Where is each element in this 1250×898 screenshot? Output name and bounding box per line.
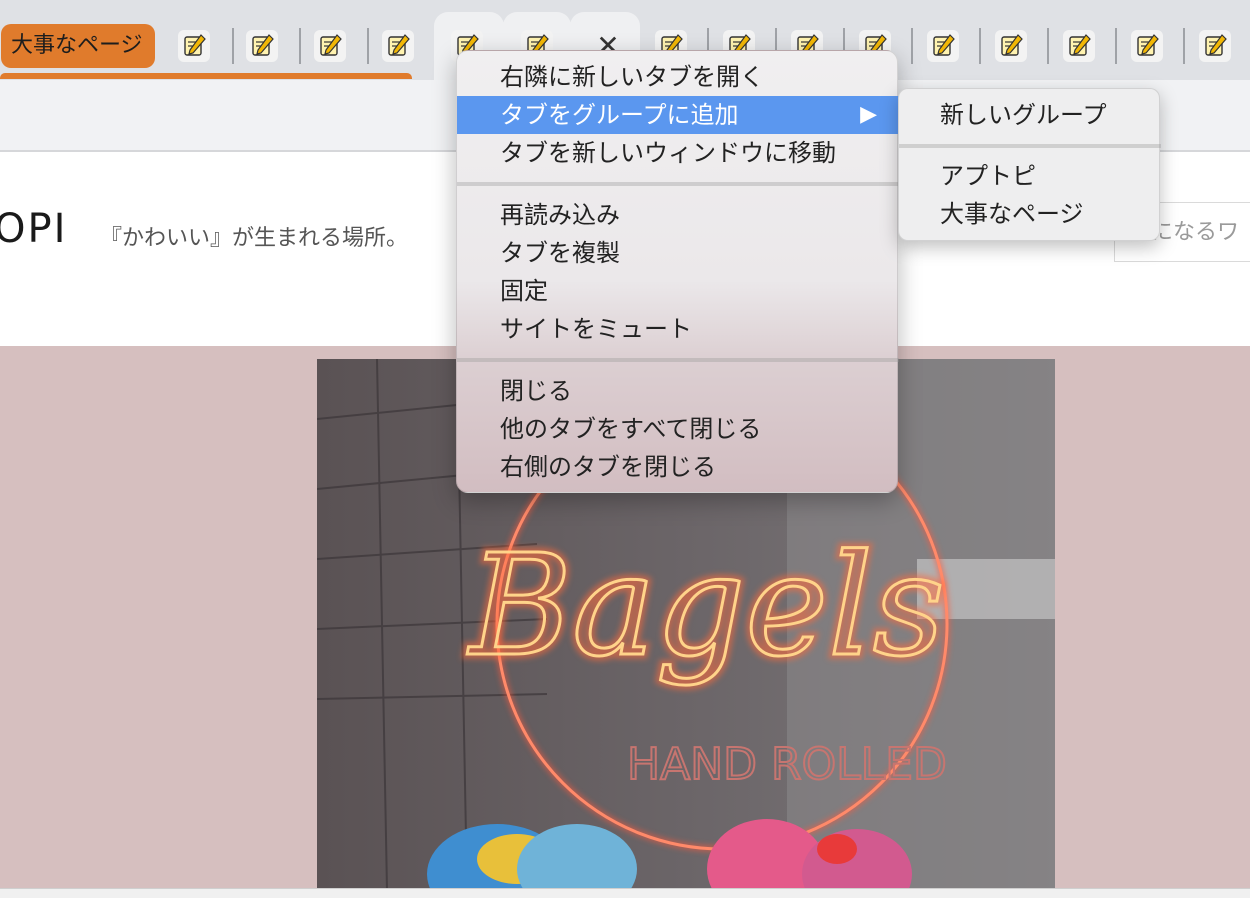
tab-separator (1047, 28, 1049, 64)
browser-tab[interactable] (381, 24, 415, 68)
menu-item-add-to-group[interactable]: タブをグループに追加 ▶ (457, 96, 899, 134)
menu-item-reload[interactable]: 再読み込み (457, 196, 899, 234)
tab-separator (299, 28, 301, 64)
browser-tab[interactable] (313, 24, 347, 68)
menu-item-new-tab-right[interactable]: 右隣に新しいタブを開く (457, 58, 899, 96)
submenu-item-group-aptopi[interactable]: アプトピ (899, 157, 1161, 195)
pencil-notepad-icon (1199, 30, 1231, 62)
pencil-notepad-icon (382, 30, 414, 62)
neon-sign-subtext: HAND ROLLED (627, 739, 947, 790)
browser-tab[interactable] (1198, 24, 1232, 68)
pencil-notepad-icon (927, 30, 959, 62)
pencil-notepad-icon (995, 30, 1027, 62)
tab-separator (1115, 28, 1117, 64)
browser-tab[interactable] (926, 24, 960, 68)
submenu-item-new-group[interactable]: 新しいグループ (899, 96, 1161, 134)
browser-tab[interactable] (177, 24, 211, 68)
tab-context-menu: 右隣に新しいタブを開く タブをグループに追加 ▶ タブを新しいウィンドウに移動 … (456, 50, 899, 493)
pencil-notepad-icon (178, 30, 210, 62)
tab-separator (1183, 28, 1185, 64)
menu-item-mute-site[interactable]: サイトをミュート (457, 310, 899, 348)
menu-item-close[interactable]: 閉じる (457, 372, 899, 410)
menu-item-move-to-new-window[interactable]: タブを新しいウィンドウに移動 (457, 134, 899, 172)
add-to-group-submenu: 新しいグループ アプトピ 大事なページ (898, 88, 1161, 241)
browser-tab[interactable] (245, 24, 279, 68)
tab-separator (367, 28, 369, 64)
menu-item-pin[interactable]: 固定 (457, 272, 899, 310)
menu-separator (457, 182, 899, 186)
menu-item-close-right[interactable]: 右側のタブを閉じる (457, 448, 899, 486)
menu-item-duplicate[interactable]: タブを複製 (457, 234, 899, 272)
menu-item-close-others[interactable]: 他のタブをすべて閉じる (457, 410, 899, 448)
site-tagline: 『かわいい』が生まれる場所。 (100, 226, 409, 251)
browser-tab[interactable] (1130, 24, 1164, 68)
pencil-notepad-icon (1131, 30, 1163, 62)
neon-sign-text: Bagels (466, 525, 944, 688)
tab-group-underline (0, 73, 412, 79)
browser-tab[interactable] (994, 24, 1028, 68)
tab-separator (979, 28, 981, 64)
submenu-arrow-icon: ▶ (860, 102, 877, 127)
menu-separator (457, 358, 899, 362)
pencil-notepad-icon (246, 30, 278, 62)
browser-tab[interactable] (1062, 24, 1096, 68)
menu-separator (899, 144, 1161, 148)
bottom-strip (0, 888, 1250, 898)
pencil-notepad-icon (1063, 30, 1095, 62)
pencil-notepad-icon (314, 30, 346, 62)
tab-separator (232, 28, 234, 64)
menu-item-add-to-group-label: タブをグループに追加 (500, 101, 739, 129)
tab-group-chip[interactable]: 大事なページ (1, 24, 155, 68)
submenu-item-group-important[interactable]: 大事なページ (899, 195, 1161, 233)
tab-separator (911, 28, 913, 64)
site-logo[interactable]: OPI (0, 206, 67, 252)
